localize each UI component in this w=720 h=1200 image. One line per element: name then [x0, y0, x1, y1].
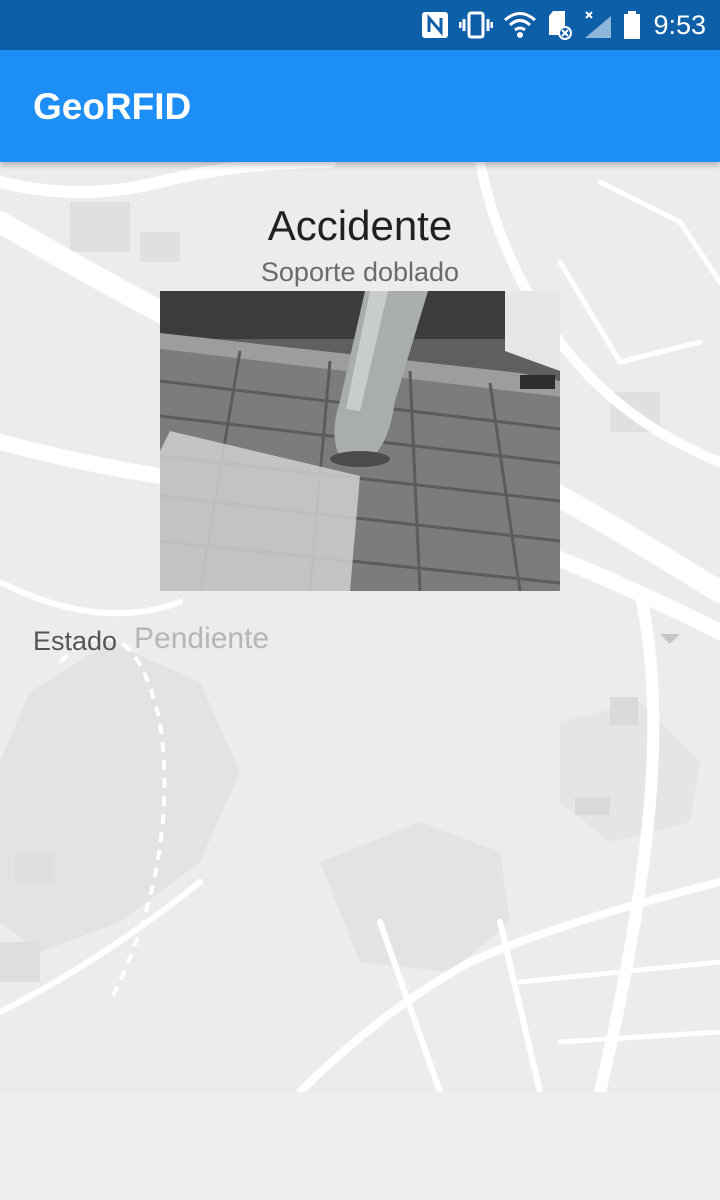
status-bar: 9:53 [0, 0, 720, 50]
incident-photo[interactable] [160, 291, 560, 591]
estado-dropdown[interactable]: Pendiente [134, 622, 684, 662]
battery-icon [624, 11, 641, 39]
nfc-icon [422, 12, 449, 38]
clock: 9:53 [653, 9, 706, 40]
incident-subtitle: Soporte doblado [260, 257, 460, 287]
app-title: GeoRFID [33, 86, 192, 127]
app-bar: GeoRFID [0, 50, 720, 162]
signal-icon [585, 11, 612, 38]
vibrate-icon [459, 11, 494, 39]
incident-title: Accidente [267, 202, 453, 249]
estado-label: Estado [33, 626, 118, 656]
wifi-icon [504, 12, 537, 38]
estado-selected-value: Pendiente [134, 622, 270, 655]
sd-card-icon [549, 11, 573, 40]
dropdown-caret-icon [660, 634, 680, 644]
